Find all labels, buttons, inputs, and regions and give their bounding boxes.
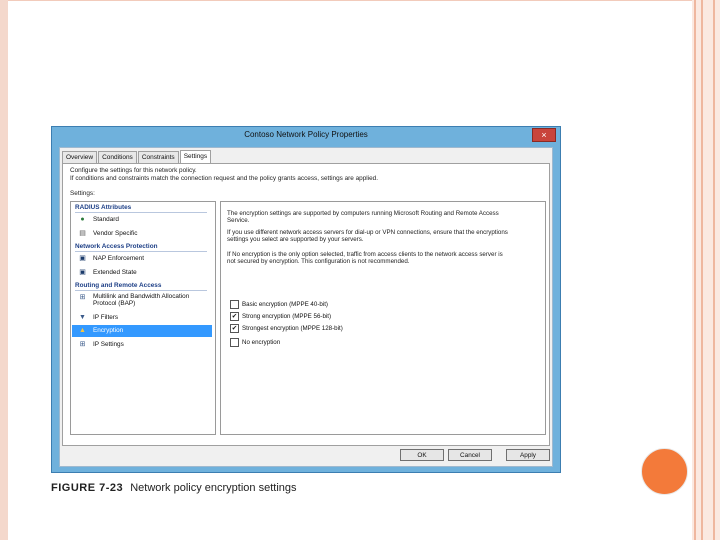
dialog-title-bar[interactable]: Contoso Network Policy Properties ×: [52, 127, 560, 145]
tree-item-standard[interactable]: ● Standard: [72, 214, 212, 226]
tree-item-label: Extended State: [93, 269, 137, 276]
intro-text: Configure the settings for this network …: [70, 167, 540, 182]
figure-caption: FIGURE 7-23 Network policy encryption se…: [51, 482, 297, 494]
info-paragraph-1: The encryption settings are supported by…: [227, 210, 499, 225]
figure-number: FIGURE 7-23: [51, 482, 124, 494]
info-paragraph-2: If you use different network access serv…: [227, 229, 508, 244]
tree-item-label: Encryption: [93, 327, 124, 334]
encryption-settings-pane: The encryption settings are supported by…: [220, 201, 546, 435]
tab-overview[interactable]: Overview: [62, 151, 98, 163]
section-routing-remote-access: Routing and Remote Access: [75, 282, 162, 289]
slide-left-border: [0, 0, 8, 540]
document-icon: ▤: [79, 230, 86, 237]
intro-line-1: Configure the settings for this network …: [70, 167, 197, 174]
tree-item-ip-filters[interactable]: ▼ IP Filters: [72, 312, 212, 324]
section-radius-attributes: RADIUS Attributes: [75, 204, 132, 211]
decorative-orange-circle: [641, 448, 688, 495]
section-divider: [75, 290, 207, 291]
dialog-client-area: Overview Conditions Constraints Settings…: [59, 147, 553, 467]
network-icon: ⊞: [79, 294, 86, 301]
checkbox-strongest-encryption[interactable]: ✔: [230, 324, 239, 333]
tree-item-label: Standard: [93, 216, 119, 223]
monitor-icon: ▣: [79, 255, 86, 262]
tree-item-label: IP Filters: [93, 314, 119, 321]
monitor-icon: ▣: [79, 269, 86, 276]
tree-item-vendor-specific[interactable]: ▤ Vendor Specific: [72, 228, 212, 240]
tree-item-extended-state[interactable]: ▣ Extended State: [72, 267, 212, 279]
tree-item-label: IP Settings: [93, 341, 124, 348]
slide-right-border: [692, 0, 720, 540]
option-strong-encryption[interactable]: ✔ Strong encryption (MPPE 56-bit): [230, 312, 331, 321]
slide-right-rule-3: [713, 0, 715, 540]
dialog-title: Contoso Network Policy Properties: [244, 130, 368, 139]
option-strongest-encryption[interactable]: ✔ Strongest encryption (MPPE 128-bit): [230, 324, 343, 333]
ok-button[interactable]: OK: [400, 449, 444, 461]
slide-top-rule: [8, 0, 692, 1]
apply-button[interactable]: Apply: [506, 449, 550, 461]
option-no-encryption[interactable]: No encryption: [230, 338, 280, 347]
settings-tab-panel: Configure the settings for this network …: [62, 163, 550, 446]
tab-conditions[interactable]: Conditions: [98, 151, 137, 163]
slide-right-rule-1: [694, 0, 696, 540]
close-button[interactable]: ×: [532, 128, 556, 142]
intro-line-2: If conditions and constraints match the …: [70, 174, 378, 182]
tree-item-ip-settings[interactable]: ⊞ IP Settings: [72, 339, 212, 351]
tree-item-multilink-bap[interactable]: ⊞ Multilink and Bandwidth Allocation Pro…: [72, 292, 212, 310]
checkbox-no-encryption[interactable]: [230, 338, 239, 347]
info-paragraph-3: If No encryption is the only option sele…: [227, 251, 503, 266]
option-basic-encryption[interactable]: Basic encryption (MPPE 40-bit): [230, 300, 328, 309]
cancel-button[interactable]: Cancel: [448, 449, 492, 461]
tab-strip: Overview Conditions Constraints Settings: [62, 150, 212, 163]
tab-constraints[interactable]: Constraints: [137, 151, 179, 163]
tree-item-label: NAP Enforcement: [93, 255, 145, 262]
option-label: Basic encryption (MPPE 40-bit): [242, 301, 328, 308]
checkbox-strong-encryption[interactable]: ✔: [230, 312, 239, 321]
properties-dialog: Contoso Network Policy Properties × Over…: [51, 126, 561, 473]
filter-icon: ▼: [79, 314, 86, 321]
option-label: Strongest encryption (MPPE 128-bit): [242, 325, 343, 332]
checkbox-basic-encryption[interactable]: [230, 300, 239, 309]
section-network-access-protection: Network Access Protection: [75, 243, 158, 250]
option-label: No encryption: [242, 339, 281, 346]
settings-label: Settings:: [70, 190, 95, 197]
option-label: Strong encryption (MPPE 56-bit): [242, 313, 332, 320]
tree-item-label: Multilink and Bandwidth Allocation Proto…: [93, 293, 190, 307]
lock-icon: ▲: [79, 327, 86, 334]
tree-item-label: Vendor Specific: [93, 230, 138, 237]
slide-right-rule-2: [701, 0, 703, 540]
settings-tree: RADIUS Attributes ● Standard ▤ Vendor Sp…: [70, 201, 216, 435]
network-icon: ⊞: [79, 341, 86, 348]
section-divider: [75, 212, 207, 213]
figure-caption-text: Network policy encryption settings: [130, 482, 297, 494]
tab-settings[interactable]: Settings: [179, 150, 212, 163]
globe-icon: ●: [80, 216, 85, 223]
tree-item-nap-enforcement[interactable]: ▣ NAP Enforcement: [72, 253, 212, 265]
section-divider: [75, 251, 207, 252]
tree-item-encryption[interactable]: ▲ Encryption: [72, 325, 212, 337]
